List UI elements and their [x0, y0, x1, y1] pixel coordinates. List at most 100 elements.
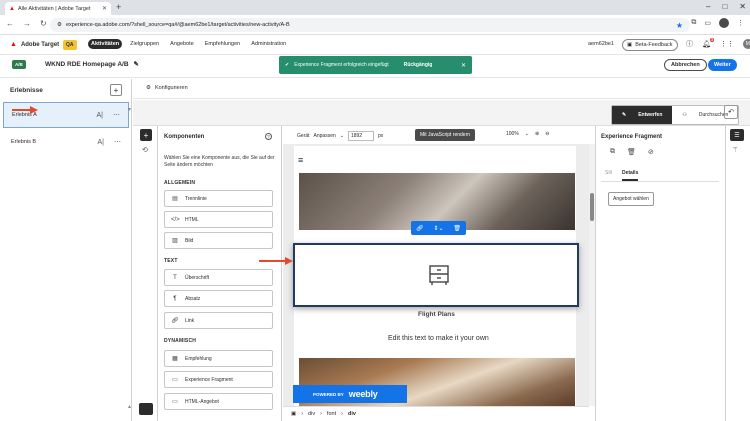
- properties-rail-icon[interactable]: ☰: [730, 129, 744, 141]
- section-header: ALLGEMEIN: [164, 180, 196, 186]
- properties-tabs: Stil Details: [605, 170, 639, 181]
- nav-offers[interactable]: Angebote: [167, 39, 197, 49]
- component-recommendation[interactable]: ▦ Empfehlung: [164, 350, 273, 367]
- chevron-down-icon[interactable]: ⌄: [340, 133, 344, 139]
- delete-icon[interactable]: 🗑︎: [627, 148, 636, 156]
- maximize-icon[interactable]: □: [722, 2, 727, 11]
- design-mode-button[interactable]: ✎ Entwerfen: [612, 106, 673, 124]
- component-image[interactable]: ▨ Bild: [164, 232, 273, 249]
- magic-wand-icon[interactable]: ⚚: [732, 146, 738, 154]
- component-label: Überschrift: [185, 274, 210, 281]
- add-experience-button[interactable]: +: [110, 84, 122, 96]
- scrollbar-thumb[interactable]: [590, 193, 594, 221]
- activity-title: WKND RDE Homepage A/B: [45, 60, 129, 68]
- trash-icon[interactable]: 🗑︎: [453, 225, 461, 232]
- breadcrumb-item[interactable]: font: [327, 411, 336, 417]
- sidepanel-icon[interactable]: ▭: [704, 19, 711, 27]
- chevron-right-icon: ›: [320, 411, 322, 417]
- help-icon[interactable]: ⓘ: [686, 39, 693, 49]
- toast-close-icon[interactable]: ✕: [461, 62, 466, 69]
- rename-text-icon[interactable]: A|: [98, 139, 105, 146]
- properties-actions: ⧉ 🗑︎ ⊘: [610, 148, 654, 156]
- experience-item-b[interactable]: Erlebnis B A| ⋯: [3, 129, 129, 155]
- forward-icon[interactable]: →: [23, 19, 31, 28]
- render-js-button[interactable]: Mit JavaScript rendern: [415, 129, 476, 141]
- success-toast: ✔ Experience Fragment erfolgreich eingef…: [279, 56, 472, 74]
- width-input[interactable]: 1892: [347, 131, 374, 141]
- component-divider[interactable]: ▤ Trennlinie: [164, 190, 273, 207]
- left-scrollbar[interactable]: [128, 108, 131, 408]
- rename-text-icon[interactable]: A|: [97, 112, 104, 119]
- component-html[interactable]: </> HTML: [164, 211, 273, 228]
- component-link[interactable]: 🔗︎ Link: [164, 312, 273, 329]
- zoom-in-icon[interactable]: ⊕: [535, 131, 539, 137]
- more-options-icon[interactable]: ⋯: [114, 138, 121, 146]
- configure-button[interactable]: ⚙ Konfigurieren: [146, 85, 188, 91]
- device-select[interactable]: Anpassen: [314, 133, 336, 139]
- component-paragraph[interactable]: ¶ Absatz: [164, 290, 273, 307]
- duplicate-icon[interactable]: ⧉: [610, 148, 615, 156]
- activity-title-row: WKND RDE Homepage A/B ✎: [45, 60, 139, 69]
- component-heading[interactable]: T Überschrift: [164, 269, 273, 286]
- app-logo[interactable]: ▲ Adobe Target: [10, 41, 59, 48]
- component-html-offer[interactable]: ▭ HTML-Angebot: [164, 393, 273, 410]
- add-component-icon[interactable]: +: [140, 129, 152, 141]
- profile-icon[interactable]: [719, 18, 729, 28]
- breadcrumb-item-current[interactable]: div: [348, 411, 356, 417]
- org-switcher[interactable]: aem62be1: [588, 41, 614, 47]
- bookmark-star-icon[interactable]: ★: [676, 21, 683, 30]
- undo-icon[interactable]: ↶: [724, 105, 738, 119]
- new-tab-button[interactable]: +: [116, 2, 121, 12]
- experiences-header: Erlebnisse: [10, 87, 43, 94]
- avatar[interactable]: M: [742, 39, 750, 49]
- browser-tab[interactable]: ▲ Alle Aktivitäten | Adobe Target ✕: [5, 2, 111, 15]
- divider-icon: ▤: [172, 196, 178, 202]
- component-experience-fragment[interactable]: ▭ Experience Fragment: [164, 371, 273, 388]
- cancel-button[interactable]: Abbrechen: [664, 59, 707, 71]
- tab-details[interactable]: Details: [621, 170, 639, 181]
- hide-icon[interactable]: ⊘: [648, 148, 654, 156]
- weebly-banner[interactable]: POWERED BY weebly: [293, 385, 407, 403]
- browser-nav: ← → ↻: [6, 19, 47, 28]
- section-header: DYNAMISCH: [164, 338, 197, 344]
- toast-undo-button[interactable]: Rückgängig: [404, 62, 433, 68]
- url-field[interactable]: ⚙ experience-qa.adobe.com/?shell_source=…: [50, 18, 690, 32]
- move-arrows-icon[interactable]: ⇕⌄: [433, 225, 443, 232]
- more-options-icon[interactable]: ⋯: [113, 111, 120, 119]
- nav-activities[interactable]: Aktivitäten: [88, 39, 123, 49]
- nav-administration[interactable]: Administration: [248, 39, 289, 49]
- chevron-down-icon[interactable]: ⌄: [525, 131, 529, 137]
- history-icon[interactable]: ⟲: [142, 146, 148, 154]
- layers-icon[interactable]: [139, 403, 153, 415]
- help-icon[interactable]: ?: [265, 133, 272, 140]
- tab-style[interactable]: Stil: [605, 170, 612, 181]
- beta-feedback-button[interactable]: ▣ Beta-Feedback: [622, 39, 678, 51]
- minimize-icon[interactable]: –: [706, 2, 710, 11]
- hamburger-menu-icon[interactable]: ≡: [298, 155, 303, 165]
- section-heading[interactable]: Flight Plans: [418, 311, 455, 318]
- next-button[interactable]: Weiter: [708, 59, 737, 71]
- components-description: Wählen Sie eine Komponente aus, die Sie …: [164, 155, 275, 168]
- notifications-icon[interactable]: 🔔︎ 3: [702, 38, 714, 48]
- breadcrumb-item[interactable]: div: [308, 411, 315, 417]
- nav-recommendations[interactable]: Empfehlungen: [202, 39, 243, 49]
- width-unit: px: [377, 133, 384, 139]
- zoom-out-icon[interactable]: ⊖: [545, 131, 549, 137]
- back-icon[interactable]: ←: [6, 19, 14, 28]
- browser-menu-icon[interactable]: ⋮: [737, 19, 744, 27]
- fragment-icon: ▭: [172, 377, 178, 383]
- section-body-text[interactable]: Edit this text to make it your own: [388, 335, 489, 342]
- zoom-select[interactable]: 100%: [506, 131, 519, 137]
- edit-pencil-icon[interactable]: ✎: [134, 60, 139, 68]
- breadcrumb-root-icon[interactable]: ▣: [291, 411, 296, 417]
- apps-grid-icon[interactable]: ⋮⋮: [720, 40, 734, 48]
- close-tab-icon[interactable]: ✕: [102, 5, 107, 12]
- extensions-icon[interactable]: ⧉: [691, 19, 696, 27]
- close-window-icon[interactable]: ✕: [739, 2, 746, 11]
- nav-audiences[interactable]: Zielgruppen: [127, 39, 162, 49]
- choose-offer-button[interactable]: Angebot wählen: [608, 192, 654, 206]
- reload-icon[interactable]: ↻: [40, 19, 47, 28]
- annotation-arrow-icon: [12, 106, 38, 114]
- link-icon[interactable]: 🔗︎: [416, 225, 424, 232]
- site-info-icon[interactable]: ⚙: [57, 22, 62, 28]
